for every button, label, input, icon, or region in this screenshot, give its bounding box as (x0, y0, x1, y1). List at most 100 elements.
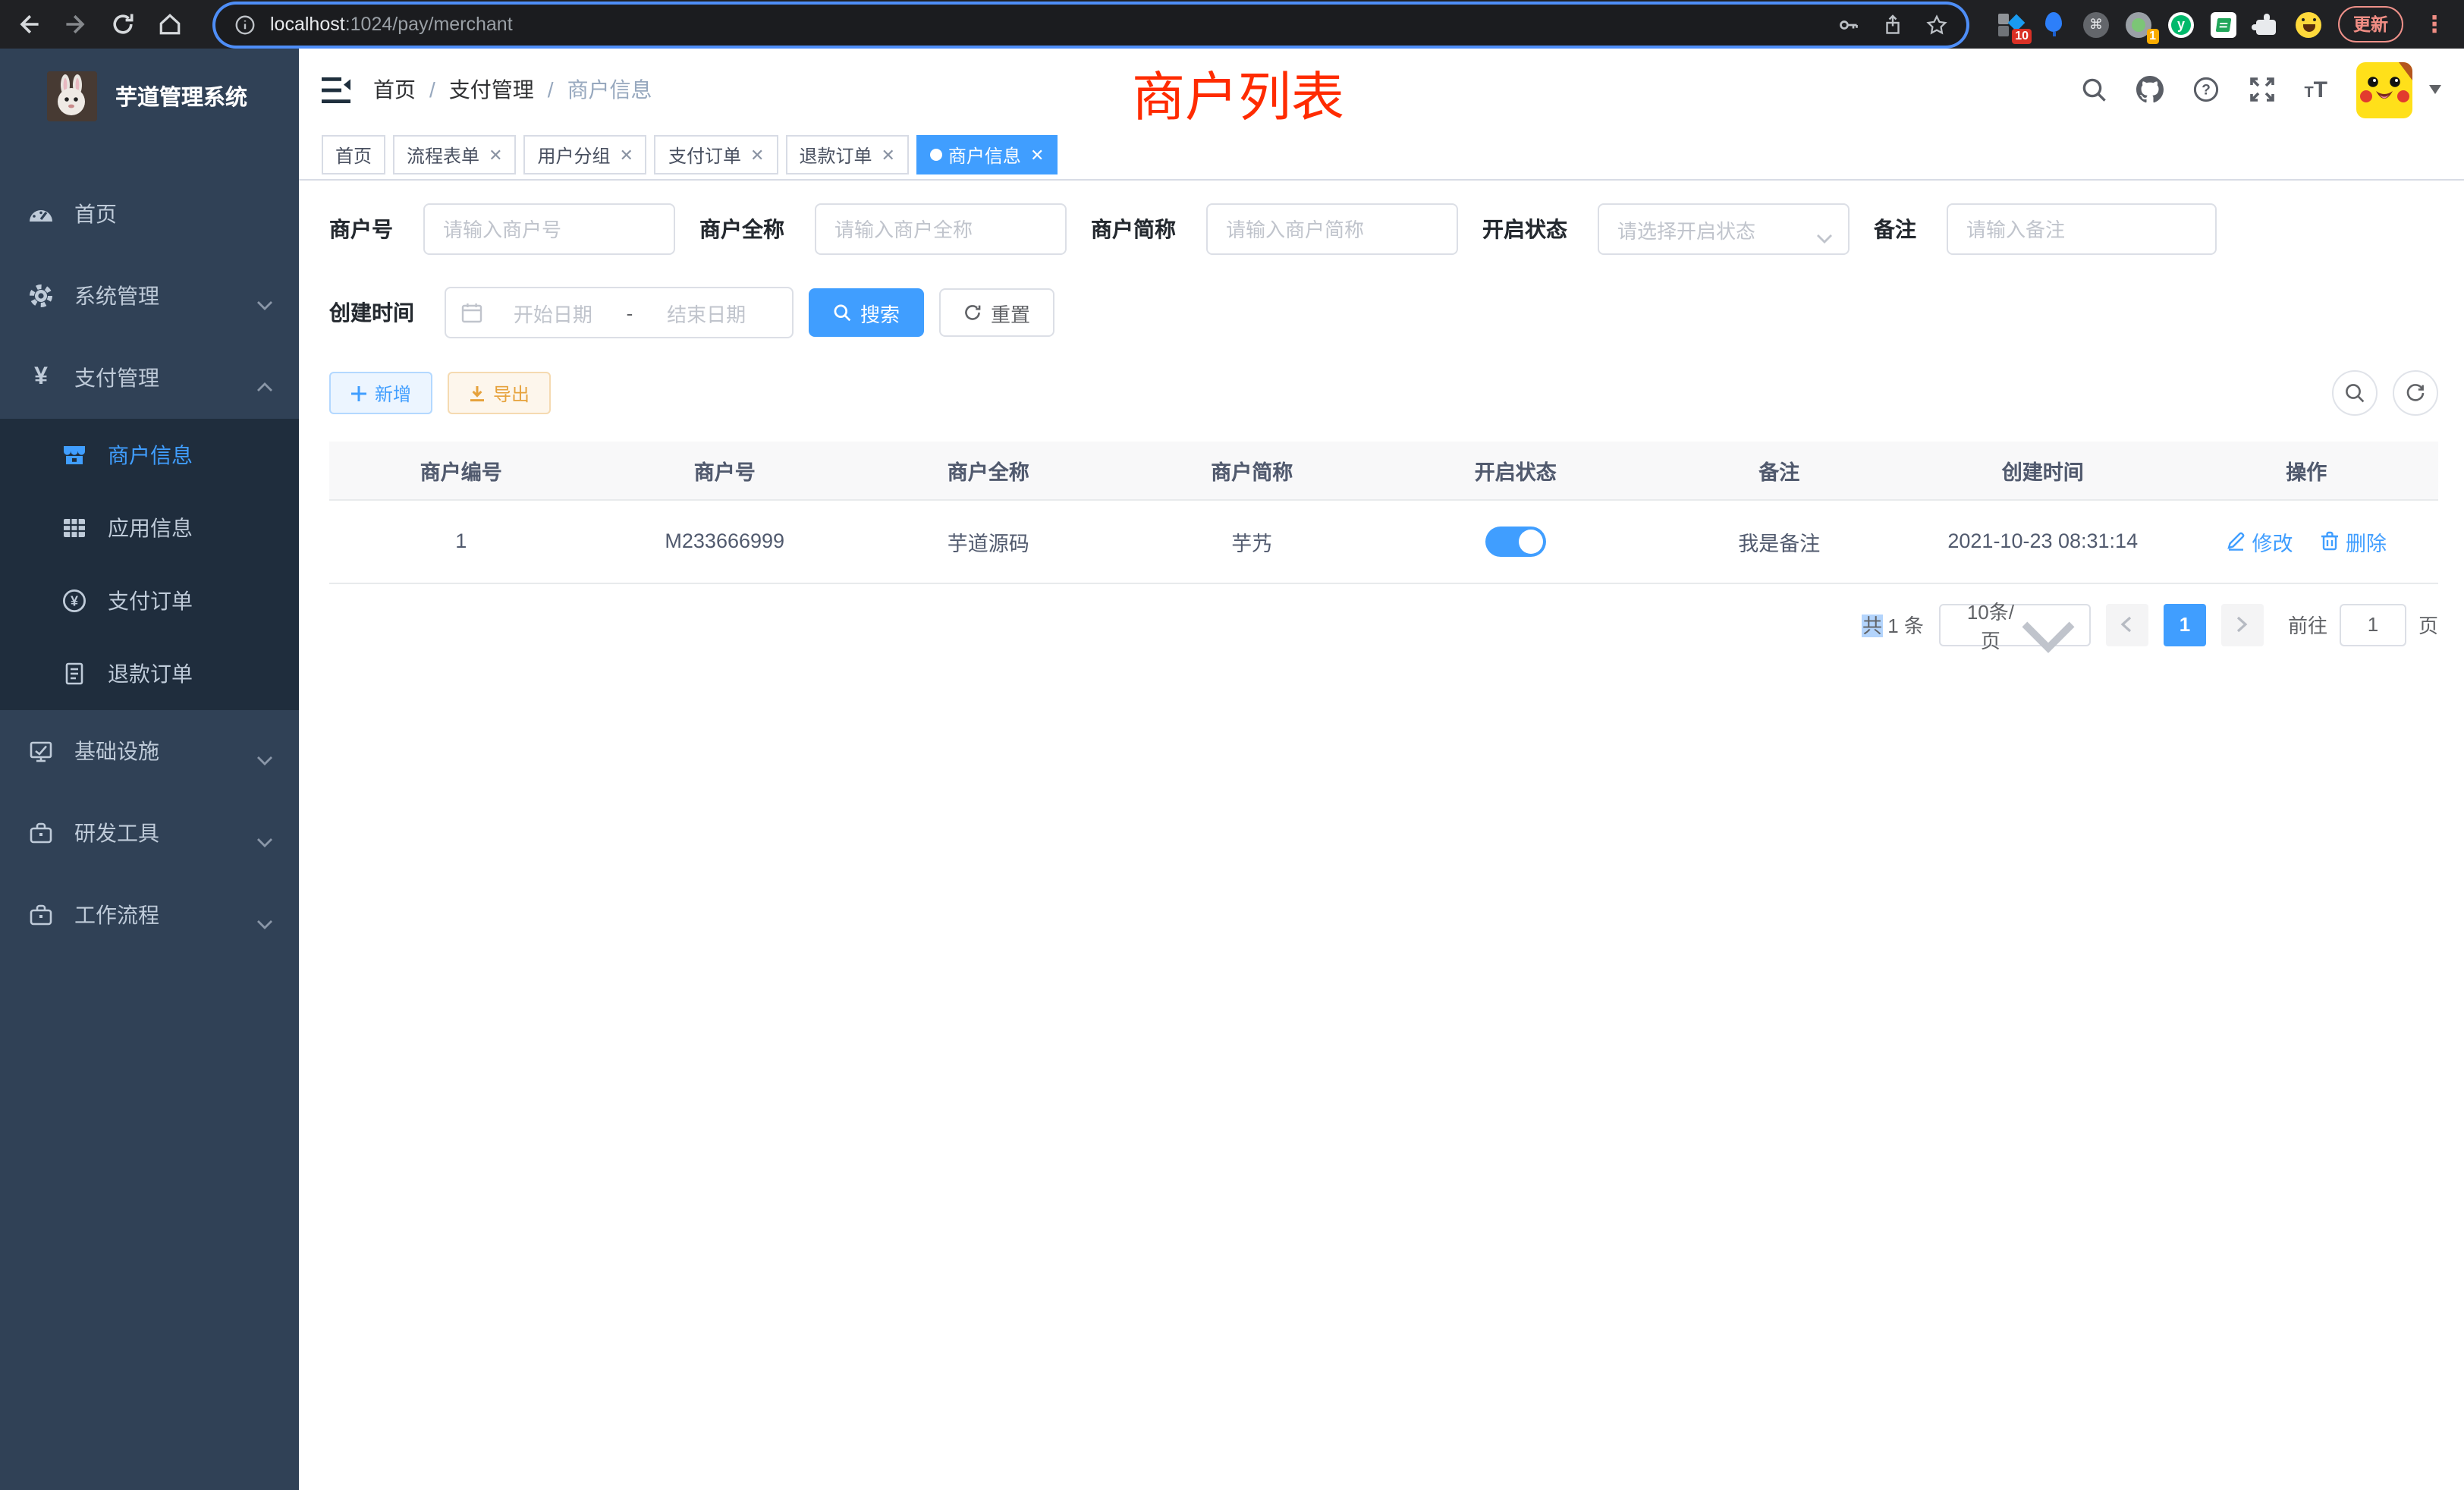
goto-page-input[interactable] (2340, 603, 2406, 646)
tab-user-group[interactable]: 用户分组✕ (524, 135, 647, 174)
col-merchant-id: 商户编号 (329, 442, 593, 499)
help-icon[interactable]: ? (2192, 76, 2219, 103)
sidebar-item-dev-tools[interactable]: 研发工具 (0, 792, 299, 874)
avatar-dropdown-caret[interactable] (2429, 85, 2441, 94)
status-toggle[interactable] (1485, 526, 1546, 556)
pagination-total: 共 1 条 (1862, 610, 1924, 639)
password-key-icon[interactable] (1837, 13, 1860, 36)
app-window: 芋道管理系统 首页 系统管理 (0, 49, 2464, 1490)
current-page-button[interactable]: 1 (2164, 603, 2206, 646)
cell-merchant-id: 1 (329, 499, 593, 583)
short-name-input[interactable] (1206, 203, 1458, 255)
extension-icon-balloon[interactable] (2041, 11, 2066, 37)
font-size-icon[interactable]: TT (2304, 77, 2327, 102)
col-create-time: 创建时间 (1911, 442, 2175, 499)
sidebar-item-merchant-info[interactable]: 商户信息 (0, 419, 299, 492)
sidebar-item-app-info[interactable]: 应用信息 (0, 492, 299, 564)
sidebar-item-refund-order[interactable]: 退款订单 (0, 637, 299, 710)
extension-icon-blue-diamond[interactable]: 10 (1998, 11, 2024, 37)
breadcrumb-home[interactable]: 首页 (373, 74, 416, 105)
table-toolbar: 新增 导出 (329, 370, 2438, 416)
date-start-placeholder: 开始日期 (482, 298, 624, 327)
chrome-update-button[interactable]: 更新 (2338, 6, 2403, 42)
export-button[interactable]: 导出 (448, 372, 551, 414)
search-form-row-2: 创建时间 开始日期 - 结束日期 搜索 (329, 287, 2438, 338)
create-time-range-picker[interactable]: 开始日期 - 结束日期 (445, 287, 794, 338)
refresh-button[interactable] (2393, 370, 2438, 416)
search-button[interactable]: 搜索 (809, 288, 924, 337)
col-merchant-no: 商户号 (593, 442, 857, 499)
page-size-select[interactable]: 10条/页 (1939, 603, 2091, 646)
reset-button[interactable]: 重置 (939, 288, 1054, 337)
github-icon[interactable] (2136, 76, 2163, 103)
search-icon[interactable] (2079, 76, 2107, 103)
chevron-down-icon (2019, 619, 2077, 630)
briefcase-icon (27, 819, 55, 847)
close-icon[interactable]: ✕ (881, 145, 894, 165)
cell-short-name: 芋艿 (1120, 499, 1384, 583)
delete-link[interactable]: 删除 (2320, 526, 2387, 556)
toggle-search-button[interactable] (2332, 370, 2378, 416)
tab-pay-order[interactable]: 支付订单✕ (655, 135, 778, 174)
sidebar-item-pay[interactable]: ¥ 支付管理 (0, 337, 299, 419)
share-icon[interactable] (1881, 13, 1904, 36)
close-icon[interactable]: ✕ (489, 145, 502, 165)
tab-home[interactable]: 首页 (322, 135, 385, 174)
bookmark-star-icon[interactable] (1925, 13, 1948, 36)
sidebar-item-pay-order[interactable]: ¥ 支付订单 (0, 564, 299, 637)
tab-refund-order[interactable]: 退款订单✕ (785, 135, 908, 174)
sidebar-item-workflow[interactable]: 工作流程 (0, 874, 299, 956)
col-actions: 操作 (2175, 442, 2439, 499)
sidebar-item-label: 支付订单 (108, 586, 193, 616)
user-avatar[interactable] (2356, 61, 2412, 118)
svg-text:?: ? (2202, 83, 2211, 99)
browser-home-button[interactable] (156, 11, 184, 38)
prev-page-button[interactable] (2106, 603, 2148, 646)
cell-create-time: 2021-10-23 08:31:14 (1911, 499, 2175, 583)
full-name-input[interactable] (815, 203, 1067, 255)
remark-input[interactable] (1947, 203, 2217, 255)
chevron-down-icon (256, 910, 273, 920)
close-icon[interactable]: ✕ (750, 145, 764, 165)
edit-link[interactable]: 修改 (2226, 526, 2293, 556)
breadcrumb-pay[interactable]: 支付管理 (449, 74, 534, 105)
browser-back-button[interactable] (15, 11, 42, 38)
close-icon[interactable]: ✕ (620, 145, 633, 165)
monitor-icon (27, 737, 55, 765)
next-page-button[interactable] (2221, 603, 2264, 646)
cell-remark: 我是备注 (1648, 499, 1912, 583)
extension-icon-chat[interactable] (2211, 11, 2236, 37)
tab-process-form[interactable]: 流程表单✕ (393, 135, 516, 174)
sidebar-item-infra[interactable]: 基础设施 (0, 710, 299, 792)
create-time-label: 创建时间 (329, 297, 414, 328)
url-bar[interactable]: localhost:1024/pay/merchant (215, 4, 1966, 45)
merchant-no-input[interactable] (423, 203, 675, 255)
sidebar-item-label: 支付管理 (74, 363, 159, 393)
close-icon[interactable]: ✕ (1030, 145, 1044, 165)
cell-merchant-no: M233666999 (593, 499, 857, 583)
breadcrumb: 首页 / 支付管理 / 商户信息 (373, 74, 652, 105)
breadcrumb-separator: / (429, 77, 435, 102)
sidebar-logo[interactable]: 芋道管理系统 (0, 49, 299, 143)
sidebar-collapse-icon[interactable] (322, 77, 350, 102)
browser-reload-button[interactable] (109, 11, 137, 38)
remark-label: 备注 (1874, 214, 1916, 244)
extension-icon-tab-counter[interactable]: 1 (2126, 11, 2151, 37)
dashboard-icon (27, 200, 55, 228)
add-button[interactable]: 新增 (329, 372, 432, 414)
fullscreen-icon[interactable] (2248, 76, 2275, 103)
extension-icon-y[interactable]: y (2168, 11, 2194, 37)
browser-forward-button[interactable] (62, 11, 90, 38)
extensions-puzzle-icon[interactable] (2253, 11, 2279, 37)
cell-actions: 修改 删除 (2175, 499, 2439, 583)
browser-menu-icon[interactable]: ⋮ (2420, 11, 2449, 38)
extension-icon-command[interactable]: ⌘ (2083, 11, 2109, 37)
sidebar-item-system[interactable]: 系统管理 (0, 255, 299, 337)
browser-profile-avatar[interactable] (2296, 11, 2321, 37)
status-select[interactable]: 请选择开启状态 (1598, 203, 1850, 255)
site-info-icon[interactable] (234, 13, 256, 36)
sidebar-item-home[interactable]: 首页 (0, 173, 299, 255)
extension-tab-badge: 1 (2146, 28, 2159, 43)
tab-merchant-info[interactable]: 商户信息✕ (916, 135, 1058, 174)
extension-badge: 10 (2012, 28, 2032, 43)
